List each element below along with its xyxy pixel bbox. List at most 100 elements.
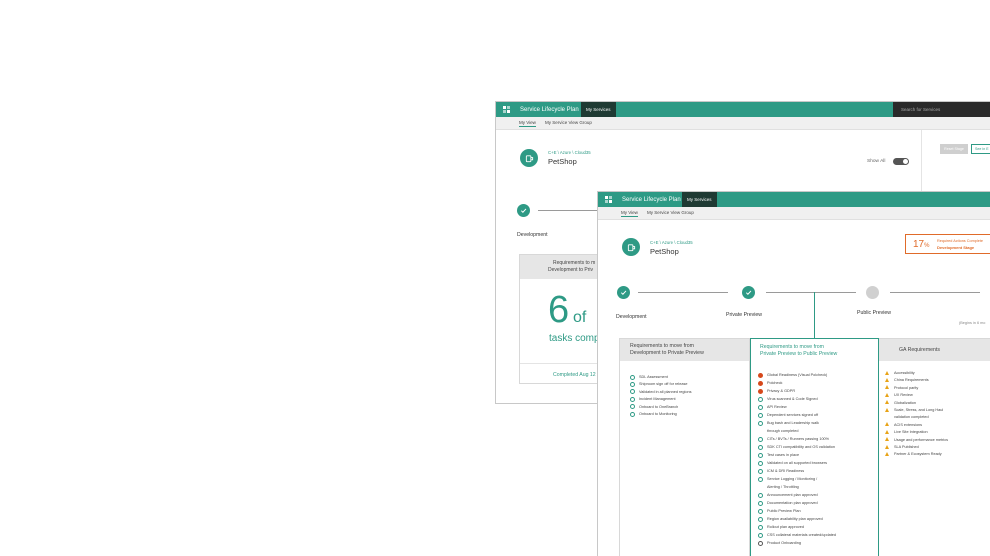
- check-circle-icon: [630, 411, 635, 417]
- check-circle-icon: [630, 396, 635, 402]
- blocked-icon: [758, 540, 763, 546]
- development-step-done[interactable]: [517, 204, 530, 217]
- public-preview-step-label: Public Preview: [857, 310, 892, 316]
- requirement-label: API Review: [767, 405, 787, 409]
- check-circle-icon: [758, 476, 763, 482]
- reset-stage-button[interactable]: Reset Stage: [940, 144, 968, 154]
- top-bar: Service Lifecycle Plan My Services: [598, 192, 990, 207]
- progress-summary-box: 17% Required Actions Complete Developmen…: [905, 234, 990, 254]
- requirements-card: Requirements to m Development to Priv 6 …: [519, 254, 609, 384]
- app-logo-icon[interactable]: [498, 102, 514, 117]
- requirement-label: Announcement plan approved: [767, 493, 818, 497]
- my-services-tab[interactable]: My Services: [581, 102, 616, 117]
- requirement-label: through completed: [767, 429, 799, 433]
- service-icon: [520, 149, 538, 167]
- search-input[interactable]: Search for Services: [893, 102, 990, 117]
- tab-my-service-view-group[interactable]: My Service View Group: [545, 120, 592, 125]
- requirement-label: Accessibility: [894, 371, 915, 375]
- check-circle-icon: [758, 468, 763, 474]
- see-in-button[interactable]: See in E: [971, 144, 990, 154]
- step-connector: [538, 210, 600, 211]
- requirement-label: Incident Management: [639, 397, 676, 402]
- error-icon: [758, 388, 763, 394]
- requirement-label: Onboard to Monitoring: [639, 412, 677, 416]
- service-breadcrumb[interactable]: C+E \ Azure \ Cloud35: [548, 150, 591, 155]
- requirement-label: Polcheck: [767, 381, 783, 385]
- requirement-label: Public Preview Plan: [767, 509, 801, 513]
- development-step-done[interactable]: [617, 286, 630, 299]
- check-circle-icon: [758, 420, 763, 426]
- development-step-label: Development: [517, 232, 548, 238]
- requirement-label: Privacy & GDPR: [767, 389, 796, 393]
- check-circle-icon: [758, 516, 763, 522]
- requirements-card-header: Requirements to m Development to Priv: [520, 255, 608, 279]
- task-count: 6: [548, 289, 570, 331]
- requirement-label: Dependent services signed off: [767, 413, 819, 417]
- app-logo-icon[interactable]: [600, 192, 616, 207]
- requirements-column-development: Requirements to move from Development to…: [619, 338, 750, 556]
- warning-icon: [885, 437, 889, 442]
- requirement-label: SDK CTI compatibility and OS validation: [767, 445, 835, 449]
- public-preview-begins-note: (Begins in 6 mo: [959, 321, 986, 325]
- step-connector: [638, 292, 728, 293]
- tab-my-view[interactable]: My View: [621, 210, 638, 217]
- step-connector: [890, 292, 980, 293]
- tab-my-view[interactable]: My View: [519, 120, 536, 127]
- requirement-label: Onboard to OneBranch: [639, 404, 679, 409]
- requirements-column-private-preview: Requirements to move from Private Previe…: [750, 338, 879, 556]
- check-circle-icon: [758, 412, 763, 418]
- progress-title: Required Actions Complete: [937, 239, 984, 243]
- column-header: Requirements to move from Private Previe…: [760, 344, 838, 357]
- requirement-label: ACIS extensions: [894, 422, 923, 427]
- requirement-label: Usage and performance metrics: [894, 437, 949, 442]
- sub-navigation: My View My Service View Group: [496, 117, 990, 130]
- requirement-label: Service Logging / Monitoring /: [767, 477, 818, 481]
- requirement-label: CITs / BVTs / Runners passing 100%: [767, 437, 830, 441]
- requirement-label: Shiproom sign off for release: [639, 382, 688, 387]
- private-preview-step-done[interactable]: [742, 286, 755, 299]
- check-circle-icon: [630, 374, 635, 380]
- requirement-label: Scale, Stress, and Long Haul: [894, 408, 944, 412]
- my-services-tab[interactable]: My Services: [682, 192, 717, 207]
- show-all-toggle[interactable]: [893, 158, 909, 165]
- check-circle-icon: [758, 436, 763, 442]
- task-caption: tasks comp: [549, 333, 600, 344]
- check-circle-icon: [758, 404, 763, 410]
- requirement-label: Virus scanned & Code Signed: [767, 397, 818, 401]
- warning-icon: [885, 451, 889, 456]
- app-title[interactable]: Service Lifecycle Plan: [520, 102, 579, 117]
- development-step-label: Development: [616, 314, 647, 320]
- requirement-label: UX Review: [894, 393, 913, 398]
- step-connector: [766, 292, 856, 293]
- warning-icon: [885, 377, 889, 382]
- tab-my-service-view-group[interactable]: My Service View Group: [647, 210, 694, 215]
- requirement-label: Region availability plan approved: [767, 517, 823, 521]
- check-circle-icon: [630, 404, 635, 410]
- column-header: Requirements to move from Development to…: [620, 339, 749, 361]
- requirement-label: Rollout plan approved: [767, 525, 804, 529]
- top-bar: Service Lifecycle Plan My Services Searc…: [496, 102, 990, 117]
- sub-navigation: My View My Service View Group: [598, 207, 990, 220]
- warning-icon: [885, 400, 889, 405]
- warning-icon: [885, 392, 889, 397]
- column-header: GA Requirements: [879, 339, 990, 361]
- check-circle-icon: [630, 389, 635, 395]
- task-of: of: [573, 309, 587, 326]
- check-circle-icon: [758, 508, 763, 514]
- check-circle-icon: [758, 444, 763, 450]
- service-breadcrumb[interactable]: C+E \ Azure \ Cloud35: [650, 240, 693, 245]
- requirement-label: validation completed: [894, 415, 929, 420]
- check-circle-icon: [758, 532, 763, 538]
- requirement-label: Bug bash and Leadership walk: [767, 421, 819, 425]
- progress-stage: Development Stage: [937, 245, 975, 250]
- requirement-label: ICM & DRI Readiness: [767, 469, 805, 473]
- app-title[interactable]: Service Lifecycle Plan: [622, 192, 681, 207]
- error-icon: [758, 372, 763, 378]
- requirement-label: Global Readiness (Visual Polcheck): [767, 373, 828, 377]
- requirement-label: Product Onboarding: [767, 541, 801, 545]
- public-preview-step-pending[interactable]: [866, 286, 879, 299]
- requirement-label: Validated on all supported browsers: [767, 461, 828, 465]
- warning-icon: [885, 444, 889, 449]
- warning-icon: [885, 407, 889, 412]
- requirement-label: Alerting / Throttling: [767, 485, 799, 489]
